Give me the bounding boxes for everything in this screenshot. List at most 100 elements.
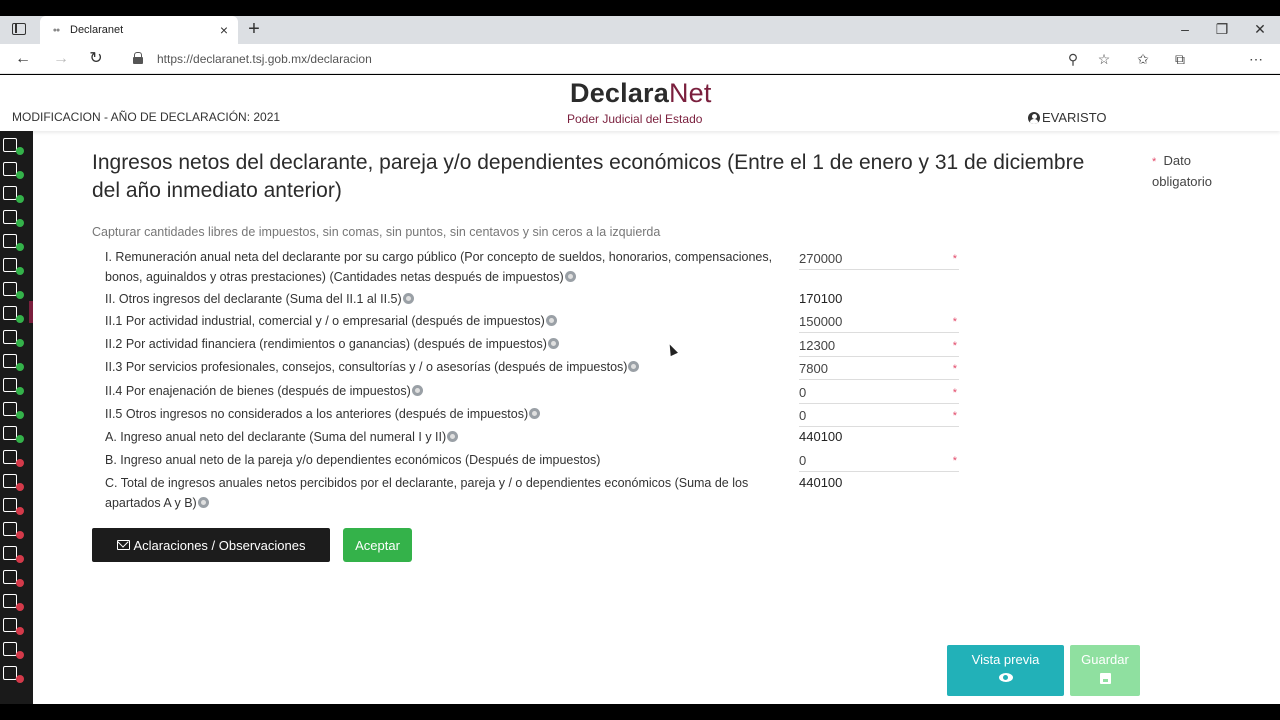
sidebar-item-13[interactable] — [3, 424, 27, 444]
row-label-text: B. Ingreso anual neto de la pareja y/o d… — [105, 453, 601, 467]
sidebar-item-23[interactable] — [3, 664, 27, 684]
info-icon[interactable] — [402, 293, 414, 304]
lock-icon[interactable] — [133, 52, 143, 64]
vista-previa-button[interactable]: Vista previa — [947, 645, 1064, 696]
info-icon[interactable] — [447, 431, 459, 442]
back-icon[interactable]: ← — [13, 49, 33, 69]
status-dot-icon — [16, 411, 24, 419]
favorite-add-icon[interactable]: ☆ — [1095, 50, 1113, 68]
row-label-text: A. Ingreso anual neto del declarante (Su… — [105, 430, 447, 444]
window-close-icon[interactable]: ✕ — [1250, 19, 1270, 39]
envelope-icon — [116, 540, 130, 550]
brand-net: Net — [668, 78, 712, 108]
input-ingreso-pareja[interactable]: 0 * — [799, 450, 959, 472]
section-icon — [3, 234, 17, 248]
section-icon — [3, 378, 17, 392]
input-remuneracion-anual[interactable]: 270000 * — [799, 248, 959, 270]
value-ingreso-anual-declarante: 440100 — [799, 426, 959, 448]
info-icon[interactable] — [628, 361, 640, 372]
status-dot-icon — [16, 171, 24, 179]
row-label-text: II.5 Otros ingresos no considerados a lo… — [105, 407, 529, 421]
tab-close-icon[interactable]: × — [216, 22, 232, 38]
sidebar-item-9[interactable] — [3, 328, 27, 348]
sidebar-item-16[interactable] — [3, 496, 27, 516]
browser-tab[interactable]: ●● Declaranet × — [40, 16, 238, 44]
field-value: 0 — [799, 453, 807, 468]
info-icon[interactable] — [529, 408, 541, 419]
status-dot-icon — [16, 387, 24, 395]
brand-logo: DeclaraNet — [570, 78, 712, 109]
sidebar-item-10[interactable] — [3, 352, 27, 372]
value-total-ingresos: 440100 — [799, 472, 959, 494]
section-icon — [3, 546, 17, 560]
section-icon — [3, 402, 17, 416]
input-otros-ingresos-no-considerados[interactable]: 0 * — [799, 405, 959, 427]
row-label-text: II.2 Por actividad financiera (rendimien… — [105, 337, 547, 351]
sidebar-item-11[interactable] — [3, 376, 27, 396]
required-legend-text: Dato obligatorio — [1152, 153, 1212, 189]
aclaraciones-button[interactable]: Aclaraciones / Observaciones — [92, 528, 330, 562]
field-value: 150000 — [799, 314, 843, 329]
status-dot-icon — [16, 315, 24, 323]
minimize-icon[interactable]: – — [1175, 19, 1195, 39]
section-icon — [3, 282, 17, 296]
section-icon — [3, 330, 17, 344]
sidebar-item-15[interactable] — [3, 472, 27, 492]
forward-icon[interactable]: → — [51, 49, 71, 69]
sidebar-item-7[interactable] — [3, 280, 27, 300]
key-icon[interactable]: ⚲ — [1064, 50, 1082, 68]
sidebar-item-8[interactable] — [3, 304, 27, 324]
section-icon — [3, 666, 17, 680]
sidebar-item-14[interactable] — [3, 448, 27, 468]
required-star: * — [952, 340, 957, 352]
url-field[interactable]: https://declaranet.tsj.gob.mx/declaracio… — [157, 52, 372, 66]
aceptar-button[interactable]: Aceptar — [343, 528, 412, 562]
status-dot-icon — [16, 291, 24, 299]
brand-subtitle: Poder Judicial del Estado — [567, 112, 703, 126]
info-icon[interactable] — [545, 315, 557, 326]
sidebar-item-19[interactable] — [3, 568, 27, 588]
sidebar-item-20[interactable] — [3, 592, 27, 612]
address-bar: ← → ↻ https://declaranet.tsj.gob.mx/decl… — [0, 44, 1280, 112]
status-dot-icon — [16, 219, 24, 227]
sidebar-item-1[interactable] — [3, 136, 27, 156]
row-label-text: II. Otros ingresos del declarante (Suma … — [105, 292, 402, 306]
reload-icon[interactable]: ↻ — [86, 49, 106, 69]
info-icon[interactable] — [197, 497, 209, 508]
sidebar-item-12[interactable] — [3, 400, 27, 420]
sidebar-item-5[interactable] — [3, 232, 27, 252]
sidebar-item-4[interactable] — [3, 208, 27, 228]
declaration-mode: MODIFICACION - AÑO DE DECLARACIÓN: 2021 — [12, 110, 281, 124]
status-dot-icon — [16, 603, 24, 611]
sidebar-item-2[interactable] — [3, 160, 27, 180]
info-icon[interactable] — [411, 385, 423, 396]
favorites-icon[interactable]: ✩ — [1134, 50, 1152, 68]
sidebar-item-21[interactable] — [3, 616, 27, 636]
row-label-B: B. Ingreso anual neto de la pareja y/o d… — [105, 450, 775, 470]
guardar-button[interactable]: Guardar — [1070, 645, 1140, 696]
more-menu-icon[interactable]: ⋯ — [1247, 50, 1265, 68]
sidebar-item-6[interactable] — [3, 256, 27, 276]
user-menu[interactable]: EVARISTO — [1028, 110, 1107, 125]
sidebar-item-3[interactable] — [3, 184, 27, 204]
input-servicios-profesionales[interactable]: 7800 * — [799, 358, 959, 380]
aclaraciones-label: Aclaraciones / Observaciones — [133, 537, 306, 553]
input-actividad-financiera[interactable]: 12300 * — [799, 335, 959, 357]
sidebar-item-17[interactable] — [3, 520, 27, 540]
sidebar-item-18[interactable] — [3, 544, 27, 564]
required-star: * — [952, 253, 957, 265]
info-icon[interactable] — [547, 338, 559, 349]
input-actividad-industrial[interactable]: 150000 * — [799, 311, 959, 333]
sidebar-item-22[interactable] — [3, 640, 27, 660]
collections-icon[interactable]: ⧉ — [1171, 50, 1189, 68]
new-tab-icon[interactable]: + — [246, 18, 262, 40]
required-star: * — [1152, 156, 1157, 168]
input-enajenacion-bienes[interactable]: 0 * — [799, 382, 959, 404]
maximize-icon[interactable]: ❐ — [1212, 19, 1232, 39]
status-dot-icon — [16, 507, 24, 515]
info-icon[interactable] — [564, 271, 576, 282]
row-label-C: C. Total de ingresos anuales netos perci… — [105, 473, 775, 513]
section-icon — [3, 258, 17, 272]
tab-actions-icon[interactable] — [12, 23, 26, 35]
status-dot-icon — [16, 147, 24, 155]
